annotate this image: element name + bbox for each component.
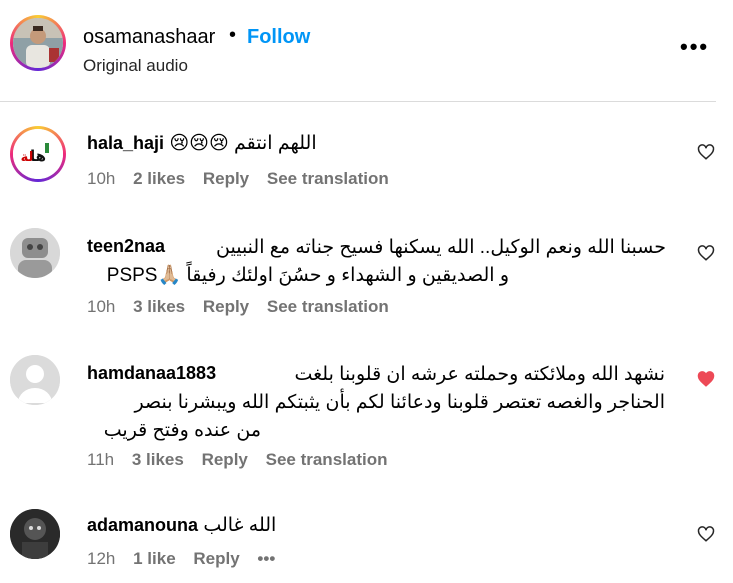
commenter-avatar[interactable] xyxy=(10,228,60,278)
comment-text: حسبنا الله ونعم الوكيل.. الله يسكنها فسي… xyxy=(216,237,666,258)
comment-text: و الصديقين و الشهداء و حسُنَ اولئك رفيقا… xyxy=(106,265,509,286)
comment-username[interactable]: adamanouna xyxy=(87,515,198,535)
comment-username[interactable]: hamdanaa1883 xyxy=(87,363,216,383)
comment-likes[interactable]: 2 likes xyxy=(133,169,185,188)
commenter-avatar[interactable]: ها لة xyxy=(10,126,66,182)
commenter-avatar[interactable] xyxy=(10,509,60,559)
heart-icon[interactable] xyxy=(697,525,715,543)
comment-item: ها لة hala_haji اللهم انتقم 😢😢😢 10h 2 li… xyxy=(0,120,733,200)
post-header: osamanashaar • Follow Original audio ••• xyxy=(0,0,733,100)
comment-meta: 11h 3 likes Reply See translation xyxy=(87,450,400,470)
comment-item: hamdanaa1883 نشهد الله وملائكته وحملته ع… xyxy=(0,355,733,485)
author-username[interactable]: osamanashaar xyxy=(83,26,215,49)
comment-meta: 10h 2 likes Reply See translation xyxy=(87,169,402,189)
see-translation-button[interactable]: See translation xyxy=(267,297,389,316)
comment-username[interactable]: hala_haji xyxy=(87,133,164,153)
comment-text: من عنده وفتح قريب xyxy=(103,420,261,441)
comment-likes[interactable]: 1 like xyxy=(133,549,176,568)
comment-text: الله غالب xyxy=(203,515,277,536)
reply-button[interactable]: Reply xyxy=(193,549,239,568)
comment-item: adamanouna الله غالب 12h 1 like Reply ••… xyxy=(0,505,733,583)
comment-likes[interactable]: 3 likes xyxy=(133,297,185,316)
reply-button[interactable]: Reply xyxy=(202,450,248,469)
comment-item: teen2naa حسبنا الله ونعم الوكيل.. الله ي… xyxy=(0,226,733,326)
commenter-avatar[interactable] xyxy=(10,355,60,405)
comment-meta: 12h 1 like Reply ••• xyxy=(87,549,288,569)
reply-button[interactable]: Reply xyxy=(203,169,249,188)
see-translation-button[interactable]: See translation xyxy=(266,450,388,469)
author-avatar[interactable] xyxy=(10,15,66,71)
see-translation-button[interactable]: See translation xyxy=(267,169,389,188)
comment-meta: 10h 3 likes Reply See translation xyxy=(87,297,402,317)
more-options-icon[interactable]: ••• xyxy=(680,34,709,60)
comment-time[interactable]: 12h xyxy=(87,549,115,568)
comment-time[interactable]: 10h xyxy=(87,297,115,316)
follow-button[interactable]: Follow xyxy=(247,26,310,49)
audio-label[interactable]: Original audio xyxy=(83,56,188,76)
heart-filled-icon[interactable] xyxy=(697,370,715,388)
comment-likes[interactable]: 3 likes xyxy=(132,450,184,469)
heart-icon[interactable] xyxy=(697,143,715,161)
separator-dot: • xyxy=(229,24,237,46)
comment-more-icon[interactable]: ••• xyxy=(257,549,275,568)
comment-time[interactable]: 11h xyxy=(87,450,114,469)
svg-text:لة: لة xyxy=(21,150,34,165)
comment-username[interactable]: teen2naa xyxy=(87,236,165,256)
heart-icon[interactable] xyxy=(697,244,715,262)
divider xyxy=(0,101,716,102)
comment-text: نشهد الله وملائكته وحملته عرشه ان قلوبنا… xyxy=(294,364,665,385)
comment-text: الحناجر والغصه تعتصر قلوبنا ودعائنا لكم … xyxy=(134,392,665,413)
comment-text: اللهم انتقم 😢😢😢 xyxy=(169,133,317,154)
reply-button[interactable]: Reply xyxy=(203,297,249,316)
comment-time[interactable]: 10h xyxy=(87,169,115,188)
